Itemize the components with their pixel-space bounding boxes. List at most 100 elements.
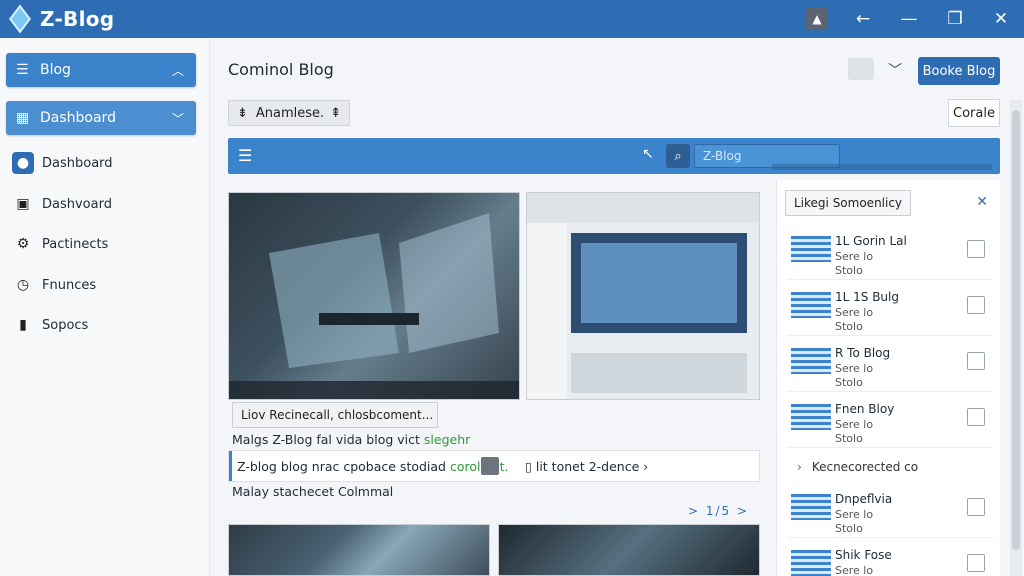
page-title: Cominol Blog [228, 60, 334, 79]
video-thumbnail-2[interactable] [228, 524, 490, 576]
sidebar-item-dashboard[interactable]: ● Dashboard [6, 148, 196, 178]
cursor-icon[interactable]: ↖ [642, 146, 654, 162]
chevron-right-icon: › [797, 460, 802, 474]
search-placeholder: Z-Blog [703, 149, 742, 163]
pagination[interactable]: > 1/5 > [688, 504, 749, 518]
pin-icon: ⇞ [330, 105, 342, 121]
list-item-sub2: Stolo [835, 320, 863, 333]
tablet-icon: ▯ [525, 459, 536, 474]
article-thumbnail[interactable] [526, 192, 760, 400]
sidebar-item-label: Sopocs [42, 317, 89, 333]
list-item-sub2: Stolo [835, 432, 863, 445]
sidebar-item-sopocs[interactable]: ▮ Sopocs [6, 310, 196, 340]
clock-icon: ◷ [16, 277, 30, 293]
checkbox[interactable] [967, 408, 985, 426]
briefcase-icon[interactable] [848, 58, 874, 80]
list-item-title: R To Blog [835, 346, 891, 360]
thumbnail-icon [791, 550, 831, 576]
content-line-2: Malay stachecet Colmmal [232, 484, 394, 499]
sidebar-item-label: Pactinects [42, 236, 109, 252]
toolbar-strip [772, 164, 992, 170]
content-line: Malgs Z-Blog fal vida blog vict slegehr [232, 432, 470, 447]
row-text-highlight[interactable]: corolient. [450, 459, 508, 474]
chevron-down-icon[interactable]: ﹀ [888, 60, 902, 80]
content-line-text: Malgs Z-Blog fal vida blog vict [232, 432, 420, 447]
chevron-down-icon: ﹀ [171, 111, 184, 126]
related-link-label: Kecnecorected co [811, 460, 919, 474]
filter-chip[interactable]: ⇟ Anamlese. ⇞ [228, 100, 351, 126]
sidebar-section-dashboard[interactable]: ▦ Dashboard ﹀ [6, 101, 196, 135]
list-item-sub2: Stolo [835, 522, 863, 535]
sidebar: ☰ Blog ︿ ▦ Dashboard ﹀ ● Dashboard ▣ Das… [0, 38, 210, 576]
list-icon: ☰ [16, 62, 29, 78]
list-item[interactable]: Fnen Bloy Sere lo Stolo [787, 396, 993, 448]
chevron-up-icon: ︿ [171, 63, 184, 78]
list-item-title: Fnen Bloy [835, 402, 895, 416]
minimize-icon[interactable]: — [886, 0, 932, 38]
list-item[interactable]: R To Blog Sere lo Stolo [787, 340, 993, 392]
thumbnail-icon [791, 404, 831, 430]
close-icon[interactable]: ✕ [976, 194, 988, 210]
video-thumbnail-3[interactable] [498, 524, 760, 576]
restore-icon[interactable]: ❐ [932, 0, 978, 38]
image-icon[interactable] [481, 457, 499, 475]
menu-icon[interactable]: ☰ [238, 146, 252, 165]
list-item[interactable]: Dnpeflvia Sere lo Stolo [787, 486, 993, 538]
list-item-sub: Sere lo [835, 250, 874, 263]
calendar-icon: ▣ [16, 196, 30, 212]
title-bar: Z-Blog ▲ ← — ❐ ✕ [0, 0, 1024, 38]
caption-chip: Liov Recinecall, chlosbcoment... [232, 402, 438, 428]
back-arrow-icon[interactable]: ← [840, 0, 886, 38]
row-text-main: Z-blog blog nrac cpobace stodiad [237, 459, 446, 474]
drop-icon: ● [12, 152, 34, 174]
checkbox[interactable] [967, 240, 985, 258]
sidebar-section-label: Blog [40, 62, 71, 78]
list-item-sub: Sere lo [835, 306, 874, 319]
list-item-title: Dnpeflvia [835, 492, 893, 506]
row-right-label: lit tonet 2-dence [535, 459, 640, 474]
list-item[interactable]: 1L Gorin Lal Sere lo Stolo [787, 228, 993, 280]
thumbnail-icon [791, 292, 831, 318]
panel-chip[interactable]: Likegi Somoenlicy [785, 190, 912, 216]
list-item[interactable]: 1L 1S Bulg Sere lo Stolo [787, 284, 993, 336]
sidebar-item-label: Fnunces [42, 277, 97, 293]
sidebar-item-label: Dashboard [42, 155, 113, 171]
checkbox[interactable] [967, 352, 985, 370]
sidebar-section-blog[interactable]: ☰ Blog ︿ [6, 53, 196, 87]
article-preview-image [527, 193, 759, 399]
row-right[interactable]: ▯ lit tonet 2-dence › [525, 459, 648, 474]
sidebar-item-label: Dashvoard [42, 196, 112, 212]
window-controls: ▲ ← — ❐ ✕ [794, 0, 1024, 38]
pin-icon[interactable]: ▲ [806, 8, 828, 30]
toolbar: ☰ ↖ ⌕ Z-Blog [228, 138, 1000, 174]
checkbox[interactable] [967, 296, 985, 314]
row-text: Z-blog blog nrac cpobace stodiad corolie… [237, 459, 508, 474]
close-icon[interactable]: ✕ [978, 0, 1024, 38]
secondary-button[interactable]: Corale [948, 99, 1000, 127]
sidebar-item-pactinects[interactable]: ⚙ Pactinects [6, 229, 196, 259]
app-title: Z-Blog [40, 7, 115, 31]
list-item-title: 1L 1S Bulg [835, 290, 899, 304]
list-item-title: Shik Fose [835, 548, 892, 562]
list-item[interactable]: Shik Fose Sere lo [787, 542, 993, 576]
thumbnail-icon [791, 494, 831, 520]
checkbox[interactable] [967, 554, 985, 572]
dashboard-icon: ▦ [16, 110, 30, 126]
primary-button[interactable]: Booke Blog [918, 57, 1000, 85]
search-icon[interactable]: ⌕ [666, 144, 690, 168]
content-line-highlight[interactable]: slegehr [424, 432, 470, 447]
scrollbar[interactable] [1010, 100, 1022, 576]
list-item-sub: Sere lo [835, 362, 874, 375]
checkbox[interactable] [967, 498, 985, 516]
content-row[interactable]: Z-blog blog nrac cpobace stodiad corolie… [228, 450, 760, 482]
video-frame-image [229, 193, 519, 399]
video-thumbnail[interactable] [228, 192, 520, 400]
sidebar-item-dashvoard[interactable]: ▣ Dashvoard [6, 189, 196, 219]
gear-icon: ⚙ [16, 236, 30, 252]
sidebar-item-fnunces[interactable]: ◷ Fnunces [6, 270, 196, 300]
related-link[interactable]: › Kecnecorected co [797, 460, 918, 474]
list-item-title: 1L Gorin Lal [835, 234, 907, 248]
scrollbar-thumb[interactable] [1012, 110, 1020, 550]
app-logo-icon [8, 4, 34, 34]
list-item-sub2: Stolo [835, 376, 863, 389]
